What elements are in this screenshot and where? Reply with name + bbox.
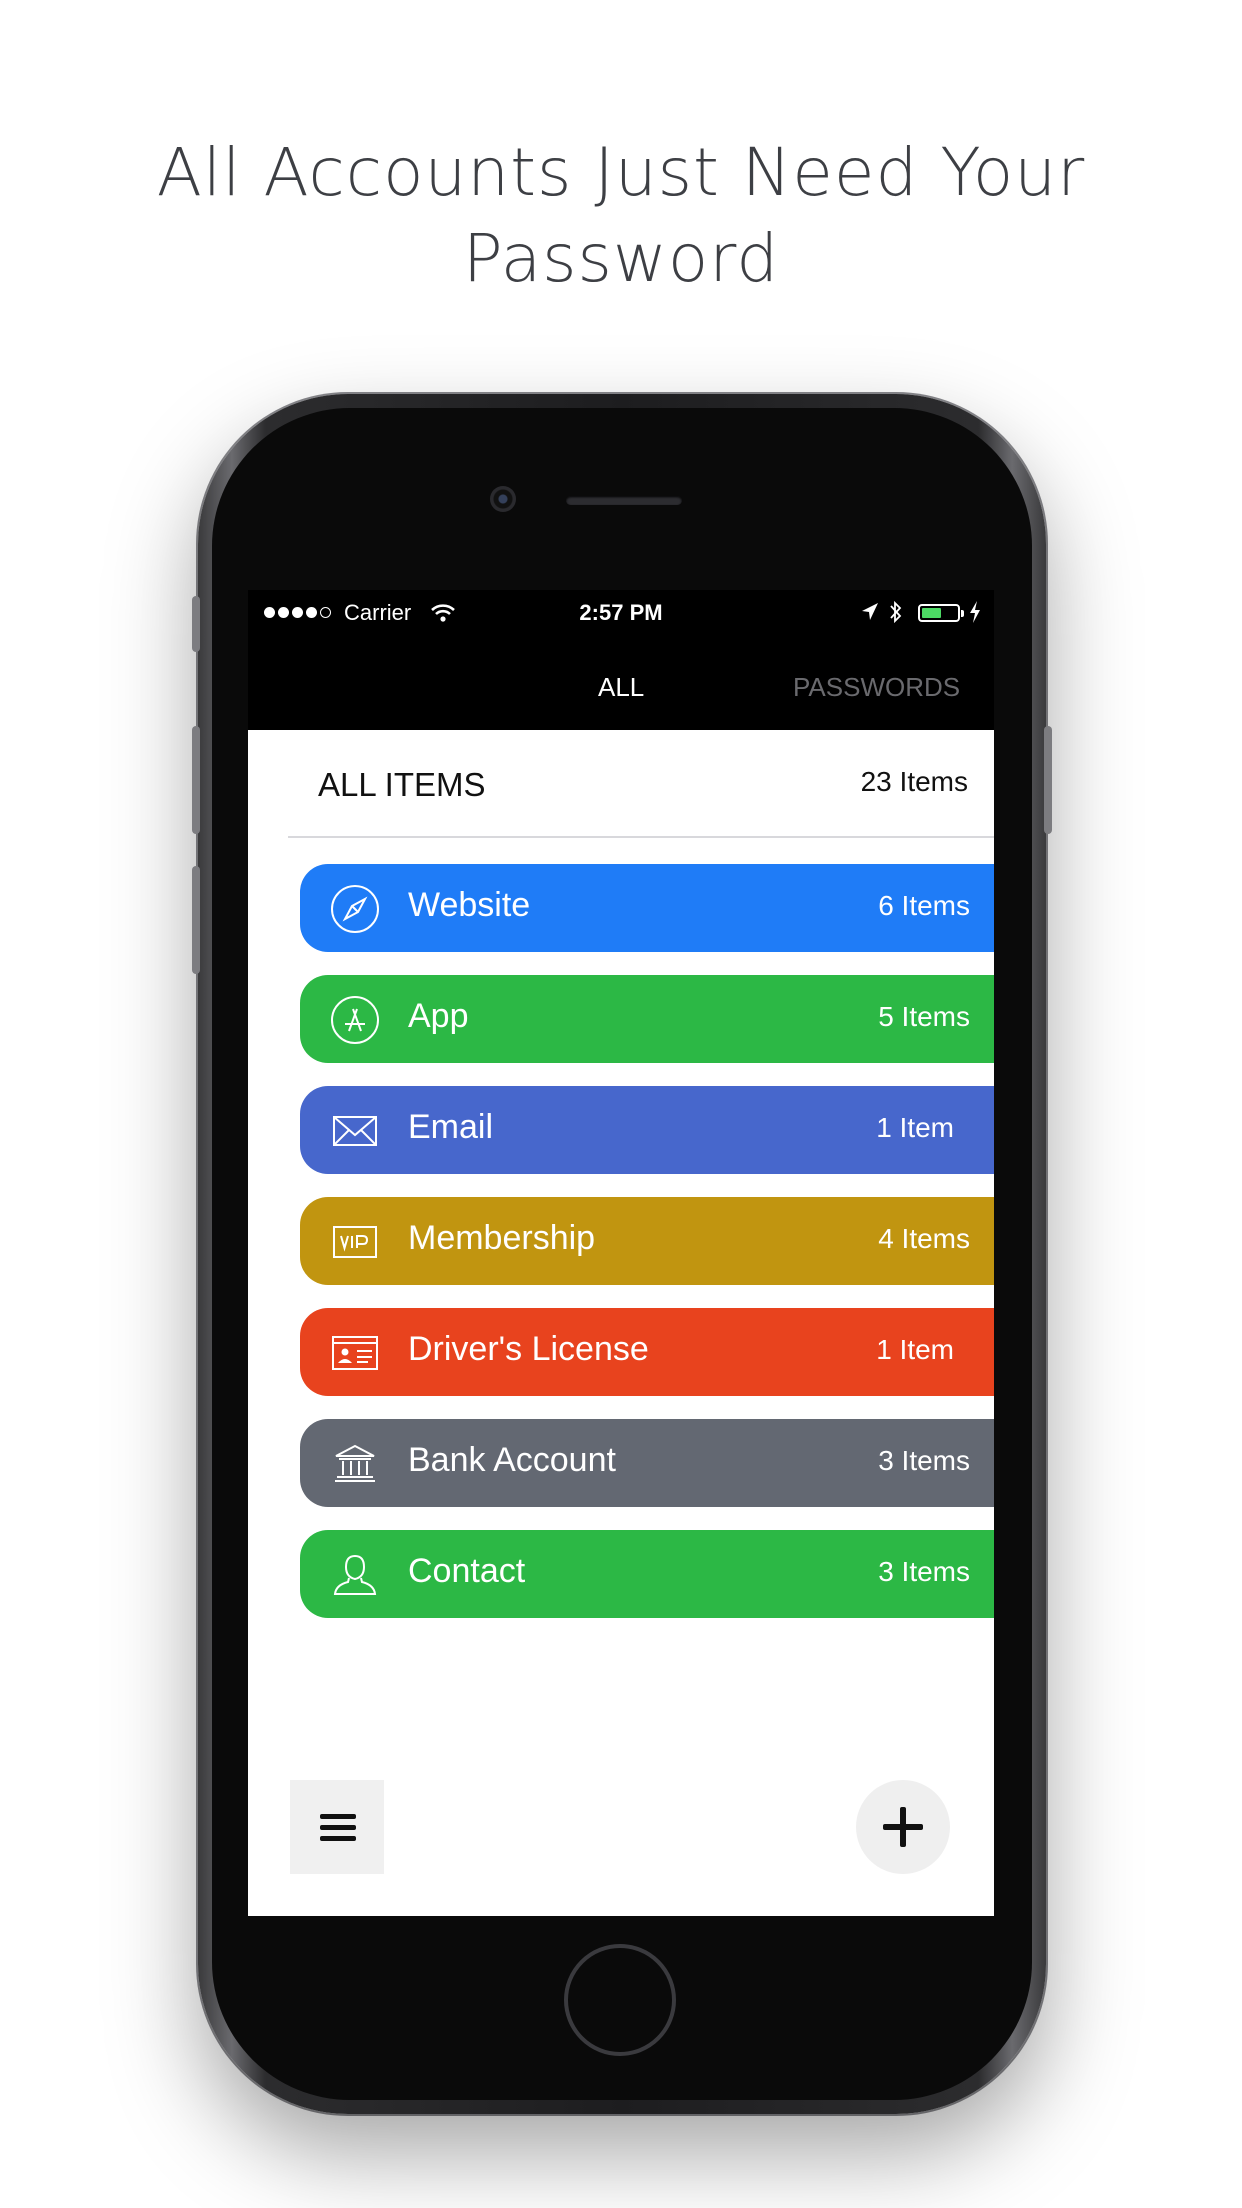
category-count: 3 Items [878,1556,970,1587]
category-label: App [408,997,469,1035]
category-count: 1 Item [876,1334,954,1365]
vip-card-icon [333,1226,377,1258]
category-app[interactable]: App 5 Items [300,975,994,1063]
person-icon [333,1554,377,1595]
status-bar: Carrier 2:57 PM [248,590,994,636]
bluetooth-icon [890,600,902,624]
category-label: Driver's License [408,1330,649,1368]
earpiece-speaker [566,496,682,505]
tab-bar: ALL PASSWORDS [248,672,994,712]
battery-icon [918,604,964,622]
all-items-header[interactable]: ALL ITEMS 23 Items [248,730,994,836]
front-camera [490,486,516,512]
volume-up-button [192,726,200,834]
headline-line-1: All Accounts Just Need Your [156,134,1086,211]
category-drivers-license[interactable]: Driver's License 1 Item [300,1308,994,1396]
compass-icon [331,885,379,933]
category-label: Email [408,1108,494,1146]
menu-button[interactable] [290,1780,384,1874]
home-button[interactable] [564,1944,676,2056]
location-arrow-icon [862,603,878,620]
app-screen: Carrier 2:57 PM ALL PASSWORDS ALL ITEMS … [248,590,994,1916]
category-count: 5 Items [878,1001,970,1032]
top-bar: Carrier 2:57 PM ALL PASSWORDS [248,590,994,730]
category-bank-account[interactable]: Bank Account 3 Items [300,1419,994,1507]
category-count: 6 Items [878,890,970,921]
hamburger-icon [320,1814,356,1819]
category-website[interactable]: Website 6 Items [300,864,994,952]
envelope-icon [333,1116,377,1146]
category-label: Bank Account [408,1441,616,1479]
headline-line-2: Password [462,220,780,297]
add-item-button[interactable] [856,1780,950,1874]
category-count: 3 Items [878,1445,970,1476]
status-time: 2:57 PM [579,600,663,625]
bank-icon [335,1444,375,1482]
category-email[interactable]: Email 1 Item [300,1086,994,1174]
category-label: Membership [408,1219,596,1257]
divider [288,836,994,838]
app-store-icon [331,996,379,1044]
charging-bolt-icon [970,601,980,623]
category-count: 4 Items [878,1223,970,1254]
all-items-count: 23 Items [860,766,968,797]
category-membership[interactable]: Membership 4 Items [300,1197,994,1285]
all-items-title: ALL ITEMS [318,766,486,803]
mute-switch [192,596,200,652]
id-card-icon [332,1336,378,1370]
tab-passwords[interactable]: PASSWORDS [793,672,960,703]
category-label: Contact [408,1552,526,1590]
volume-down-button [192,866,200,974]
category-contact[interactable]: Contact 3 Items [300,1530,994,1618]
power-button [1044,726,1052,834]
category-count: 1 Item [876,1112,954,1143]
category-label: Website [408,886,531,924]
tab-all[interactable]: ALL [598,672,644,703]
headline: All Accounts Just Need Your Password [0,130,1242,302]
